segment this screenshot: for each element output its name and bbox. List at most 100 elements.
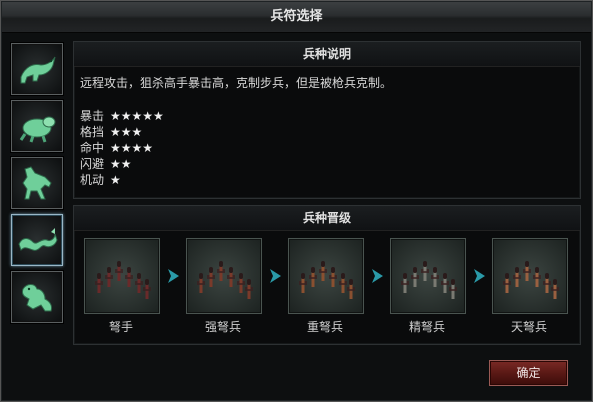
- dialog-title: 兵符选择: [270, 9, 323, 24]
- soldier-figure: [247, 285, 251, 299]
- crossbow-squad-icon: [503, 261, 559, 299]
- soldier-figure: [137, 279, 141, 293]
- soldier-figure: [239, 279, 243, 293]
- soldier-figure: [199, 279, 203, 293]
- soldier-head: [247, 281, 251, 285]
- crossbow-squad-icon: [95, 261, 151, 299]
- soldier-figure: [525, 267, 529, 281]
- stat-label: 命中: [80, 141, 105, 155]
- soldier-head: [97, 275, 101, 279]
- soldier-figure: [127, 273, 131, 287]
- soldier-figure: [209, 273, 213, 287]
- soldier-head: [145, 281, 149, 285]
- unit-card-3[interactable]: [288, 238, 364, 314]
- soldier-head: [117, 263, 121, 267]
- promotion-arrow-icon: [270, 269, 281, 283]
- stat-stars: ★★: [110, 157, 132, 171]
- soldier-head: [525, 263, 529, 267]
- soldier-head: [515, 269, 519, 273]
- soldier-figure: [117, 267, 121, 281]
- jade-dragon-icon: [18, 228, 58, 251]
- soldier-figure: [423, 267, 427, 281]
- soldier-head: [209, 269, 213, 273]
- stat-label: 暴击: [80, 109, 105, 123]
- soldier-head: [137, 275, 141, 279]
- title-bar[interactable]: 兵符选择: [2, 2, 591, 33]
- soldier-figure: [515, 273, 519, 287]
- promotion-arrow-icon: [168, 269, 179, 283]
- soldier-figure: [451, 285, 455, 299]
- soldier-head: [219, 263, 223, 267]
- stat-stars: ★★★★: [110, 141, 154, 155]
- talisman-slot-dragon[interactable]: [11, 214, 63, 266]
- promotion-title: 兵种晋级: [74, 206, 580, 231]
- soldier-head: [535, 269, 539, 273]
- soldier-figure: [97, 279, 101, 293]
- soldier-head: [403, 275, 407, 279]
- jade-turtle-icon: [19, 116, 56, 143]
- unit-label-1: 弩手: [108, 320, 133, 334]
- soldier-head: [545, 275, 549, 279]
- promotion-arrow-icon: [372, 269, 383, 283]
- soldier-figure: [403, 279, 407, 293]
- confirm-button[interactable]: 确定: [489, 360, 568, 386]
- talisman-slot-horse[interactable]: [11, 157, 63, 209]
- stat-label: 机动: [80, 173, 105, 187]
- soldier-figure: [331, 273, 335, 287]
- soldier-figure: [505, 279, 509, 293]
- talisman-slot-turtle[interactable]: [11, 100, 63, 152]
- soldier-figure: [341, 279, 345, 293]
- stat-row-dodge: 闪避 ★★: [80, 156, 164, 172]
- soldier-figure: [545, 279, 549, 293]
- soldier-head: [127, 269, 131, 273]
- soldier-head: [443, 275, 447, 279]
- promotion-arrow-icon: [474, 269, 485, 283]
- soldier-head: [423, 263, 427, 267]
- stat-label: 闪避: [80, 157, 105, 171]
- soldier-head: [229, 269, 233, 273]
- soldier-head: [341, 275, 345, 279]
- stat-stars: ★: [110, 173, 121, 187]
- jade-leopard-icon: [20, 56, 56, 84]
- soldier-figure: [311, 273, 315, 287]
- stat-row-block: 格挡 ★★★: [80, 124, 164, 140]
- jade-tiger-icon: [22, 284, 52, 312]
- soldier-head: [321, 263, 325, 267]
- soldier-figure: [229, 273, 233, 287]
- unit-label-4: 精弩兵: [408, 320, 445, 334]
- unit-label-2: 强弩兵: [204, 320, 241, 334]
- unit-label-3: 重弩兵: [306, 320, 343, 334]
- soldier-figure: [413, 273, 417, 287]
- stat-row-mobility: 机动 ★: [80, 172, 164, 188]
- crossbow-squad-icon: [299, 261, 355, 299]
- crossbow-squad-icon: [401, 261, 457, 299]
- description-text: 远程攻击，狙杀高手暴击高，克制步兵，但是被枪兵克制。: [80, 76, 393, 90]
- soldier-figure: [145, 285, 149, 299]
- soldier-head: [505, 275, 509, 279]
- soldier-figure: [443, 279, 447, 293]
- soldier-head: [301, 275, 305, 279]
- stat-row-hit: 命中 ★★★★: [80, 140, 164, 156]
- stat-row-crit: 暴击 ★★★★★: [80, 108, 164, 124]
- soldier-head: [349, 281, 353, 285]
- soldier-head: [413, 269, 417, 273]
- unit-card-1[interactable]: [84, 238, 160, 314]
- unit-card-2[interactable]: [186, 238, 262, 314]
- soldier-head: [451, 281, 455, 285]
- talisman-slot-leopard[interactable]: [11, 43, 63, 95]
- soldier-figure: [553, 285, 557, 299]
- soldier-figure: [301, 279, 305, 293]
- unit-card-4[interactable]: [390, 238, 466, 314]
- description-panel: 兵种说明 远程攻击，狙杀高手暴击高，克制步兵，但是被枪兵克制。 暴击 ★★★★★ …: [73, 41, 581, 199]
- soldier-head: [311, 269, 315, 273]
- soldier-head: [107, 269, 111, 273]
- unit-card-5[interactable]: [492, 238, 568, 314]
- soldier-figure: [321, 267, 325, 281]
- soldier-head: [331, 269, 335, 273]
- talisman-slot-tiger[interactable]: [11, 271, 63, 323]
- soldier-figure: [349, 285, 353, 299]
- jade-horse-icon: [22, 166, 52, 200]
- description-title: 兵种说明: [74, 42, 580, 67]
- soldier-figure: [107, 273, 111, 287]
- stat-stars: ★★★★★: [110, 109, 164, 123]
